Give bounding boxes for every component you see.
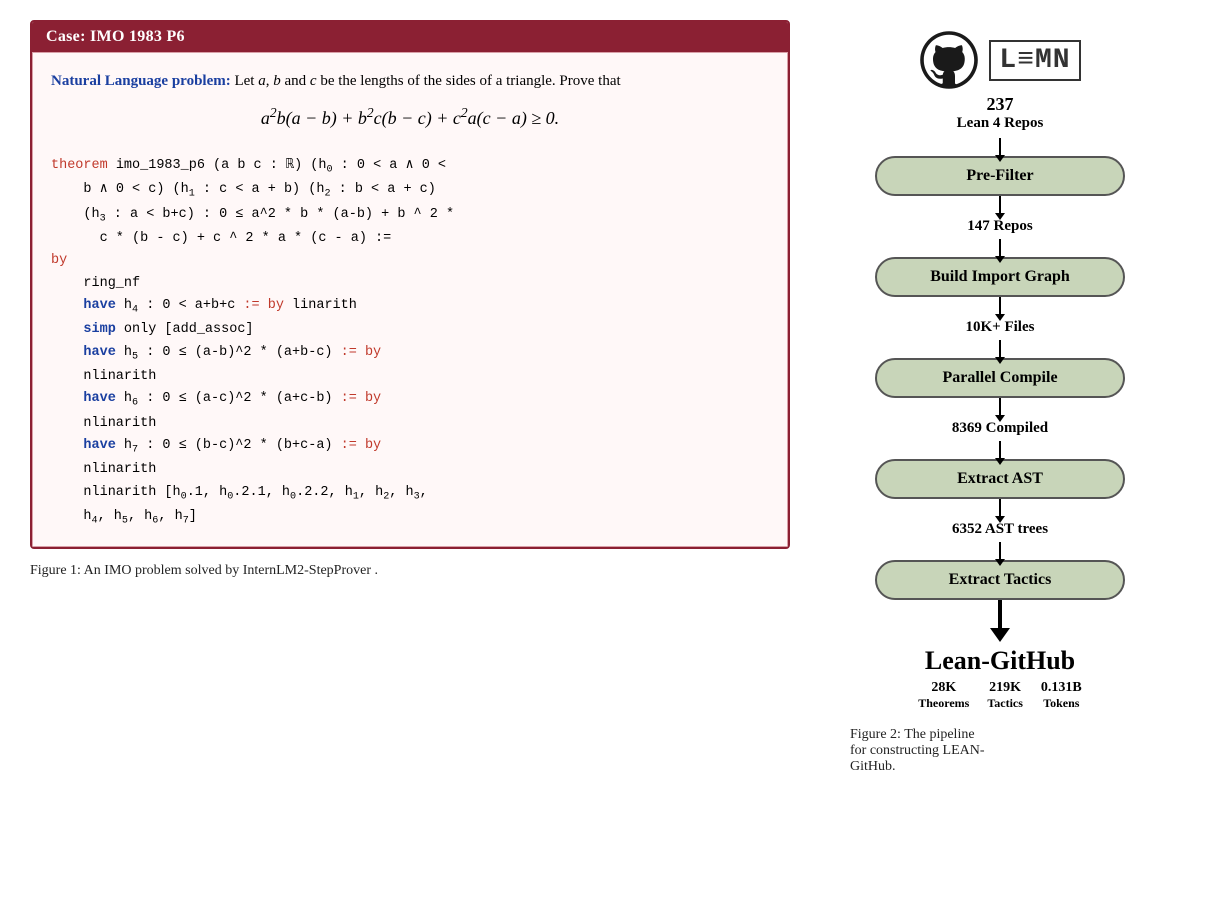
label-6352: 6352 AST trees <box>952 521 1048 538</box>
repos-count: 237 <box>987 94 1014 115</box>
code-line-h7: have h7 : 0 ≤ (b-c)^2 * (b+c-a) := by <box>51 435 769 459</box>
code-line-nl3: nlinarith <box>51 459 769 481</box>
stat-tactics-value: 219K <box>987 680 1023 696</box>
natural-language: Natural Language problem: Let a, b and c… <box>51 69 769 93</box>
code-line-h5: have h5 : 0 ≤ (a-b)^2 * (a+b-c) := by <box>51 342 769 366</box>
code-line-nl1: nlinarith <box>51 366 769 388</box>
code-line-simp: simp only [add_assoc] <box>51 319 769 341</box>
stat-theorems-value: 28K <box>918 680 969 696</box>
stat-tactics: 219K Tactics <box>987 680 1023 711</box>
arrow-1 <box>999 138 1001 156</box>
code-line-3: (h3 : a < b+c) : 0 ≤ a^2 * b * (a-b) + b… <box>51 204 769 228</box>
extract-tactics-label: Extract Tactics <box>949 571 1052 588</box>
label-10k: 10K+ Files <box>966 319 1035 336</box>
code-line-by: by <box>51 250 769 272</box>
extract-tactics-box: Extract Tactics <box>875 560 1125 600</box>
left-panel: Case: IMO 1983 P6 Natural Language probl… <box>30 20 790 898</box>
nl-text: Let a, b and c be the lengths of the sid… <box>231 73 621 89</box>
code-line-4: c * (b - c) + c ^ 2 * a * (c - a) := <box>51 228 769 250</box>
stat-tokens: 0.131B Tokens <box>1041 680 1082 711</box>
code-line-ring: ring_nf <box>51 273 769 295</box>
import-graph-label: Build Import Graph <box>930 268 1070 285</box>
prefilter-label: Pre-Filter <box>966 167 1033 184</box>
arrow-6 <box>999 398 1001 416</box>
lean-github-title: Lean-GitHub <box>925 646 1075 676</box>
arrow-4 <box>999 297 1001 315</box>
label-8369: 8369 Compiled <box>952 420 1048 437</box>
arrow-3 <box>999 239 1001 257</box>
big-arrow <box>990 600 1010 642</box>
stat-tokens-value: 0.131B <box>1041 680 1082 696</box>
code-line-final1: nlinarith [h0.1, h0.2.1, h0.2.2, h1, h2,… <box>51 482 769 506</box>
lean-logo: L≡MN <box>989 40 1080 81</box>
code-line-1: theorem imo_1983_p6 (a b c : ℝ) (h0 : 0 … <box>51 155 769 179</box>
case-header: Case: IMO 1983 P6 <box>32 22 788 52</box>
code-line-final2: h4, h5, h6, h7] <box>51 506 769 530</box>
parallel-compile-box: Parallel Compile <box>875 358 1125 398</box>
figure-caption-right: Figure 2: The pipeline for constructing … <box>850 727 1150 775</box>
arrow-8 <box>999 499 1001 517</box>
arrow-2 <box>999 196 1001 214</box>
stats-row: 28K Theorems 219K Tactics 0.131B Tokens <box>918 680 1082 711</box>
case-header-text: Case: IMO 1983 P6 <box>46 28 185 45</box>
stat-theorems-label: Theorems <box>918 696 969 711</box>
arrow-5 <box>999 340 1001 358</box>
figure2-line2: for constructing LEAN- <box>850 743 985 758</box>
stat-tactics-label: Tactics <box>987 696 1023 711</box>
extract-ast-box: Extract AST <box>875 459 1125 499</box>
code-line-h6: have h6 : 0 ≤ (a-c)^2 * (a+c-b) := by <box>51 388 769 412</box>
logo-row: L≡MN <box>919 30 1080 90</box>
code-line-nl2: nlinarith <box>51 413 769 435</box>
figure-caption-left: Figure 1: An IMO problem solved by Inter… <box>30 563 790 579</box>
stat-theorems: 28K Theorems <box>918 680 969 711</box>
arrow-7 <box>999 441 1001 459</box>
parallel-compile-label: Parallel Compile <box>942 369 1057 386</box>
figure1-caption: Figure 1: An IMO problem solved by Inter… <box>30 563 378 578</box>
figure2-line1: Figure 2: The pipeline <box>850 727 975 742</box>
extract-ast-label: Extract AST <box>957 470 1043 487</box>
arrow-9 <box>999 542 1001 560</box>
math-formula: a2b(a − b) + b2c(b − c) + c2a(c − a) ≥ 0… <box>51 105 769 129</box>
stat-tokens-label: Tokens <box>1041 696 1082 711</box>
right-panel: L≡MN 237 Lean 4 Repos Pre-Filter 147 Rep… <box>810 20 1190 898</box>
nl-label: Natural Language problem: <box>51 73 231 89</box>
github-icon <box>919 30 979 90</box>
repos-label: Lean 4 Repos <box>957 115 1044 132</box>
code-line-h4: have h4 : 0 < a+b+c := by linarith <box>51 295 769 319</box>
code-block: theorem imo_1983_p6 (a b c : ℝ) (h0 : 0 … <box>51 147 769 530</box>
import-graph-box: Build Import Graph <box>875 257 1125 297</box>
prefilter-box: Pre-Filter <box>875 156 1125 196</box>
case-body: Natural Language problem: Let a, b and c… <box>32 52 788 547</box>
figure2-line3: GitHub. <box>850 759 896 774</box>
label-147: 147 Repos <box>967 218 1032 235</box>
case-box: Case: IMO 1983 P6 Natural Language probl… <box>30 20 790 549</box>
main-content: Case: IMO 1983 P6 Natural Language probl… <box>30 20 1190 898</box>
code-line-2: b ∧ 0 < c) (h1 : c < a + b) (h2 : b < a … <box>51 179 769 203</box>
